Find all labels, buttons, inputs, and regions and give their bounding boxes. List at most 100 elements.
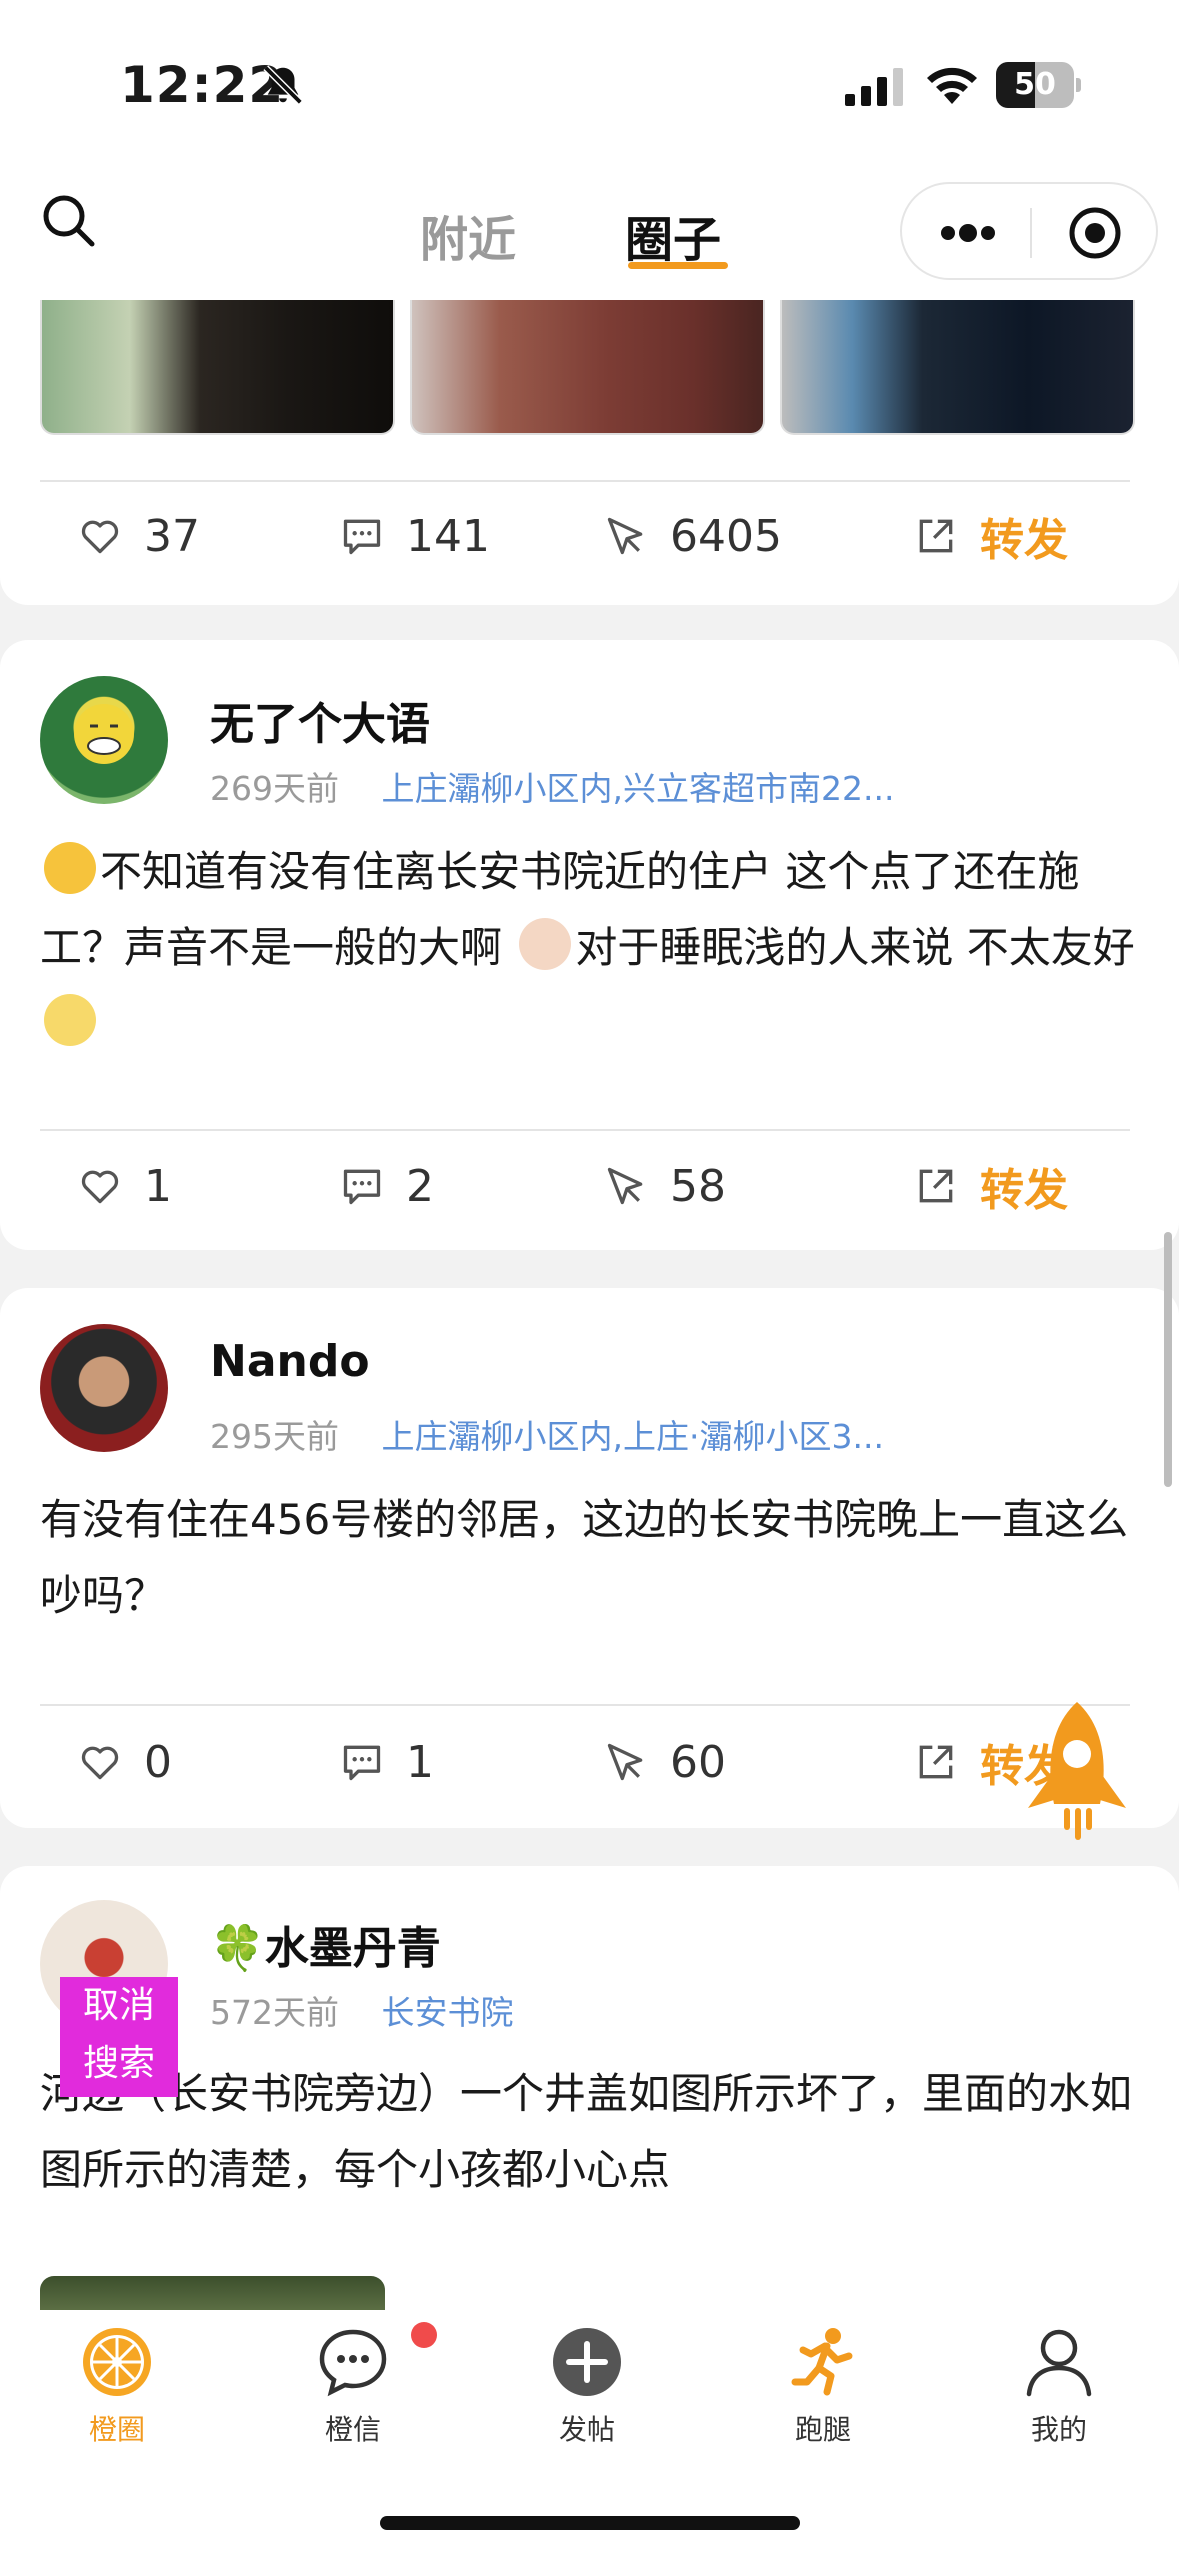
yawn-emoji-icon <box>44 842 96 894</box>
divider <box>40 1704 1130 1706</box>
post-location[interactable]: 长安书院 <box>382 1993 514 2032</box>
comment-button[interactable]: 2 <box>340 1146 434 1226</box>
battery-indicator: 50 <box>996 62 1081 108</box>
comment-icon <box>343 1745 381 1781</box>
more-icon[interactable] <box>938 214 998 252</box>
post-text[interactable]: 河边（长安书院旁边）一个井盖如图所示坏了，里面的水如图所示的清楚，每个小孩都小心… <box>40 2056 1140 2208</box>
view-count: 58 <box>670 1160 726 1212</box>
moon-face-emoji-icon <box>44 994 96 1046</box>
tab-home-label: 橙圈 <box>88 2413 145 2446</box>
status-bar: 12:22 50 <box>0 0 1179 170</box>
view-count-group: 58 <box>604 1146 726 1226</box>
plus-circle-icon <box>553 2328 621 2396</box>
cellular-signal-icon <box>845 68 903 106</box>
post-meta: 269天前 上庄灞柳小区内,兴立客超市南22... <box>210 762 894 810</box>
comment-count: 141 <box>406 510 490 562</box>
home-indicator[interactable] <box>380 2516 800 2530</box>
share-icon <box>919 1745 953 1779</box>
tab-errand-label: 跑腿 <box>794 2413 851 2446</box>
view-count: 6405 <box>670 510 782 562</box>
active-tab-indicator <box>628 262 728 269</box>
bell-muted-icon <box>263 65 303 105</box>
tab-post[interactable]: 发帖 <box>512 2324 662 2448</box>
search-icon[interactable] <box>40 192 96 248</box>
post-actions: 1 2 58 转发 <box>0 1146 1179 1226</box>
post-card[interactable]: 无了个大语 269天前 上庄灞柳小区内,兴立客超市南22... 不知道有没有住离… <box>0 640 1179 1250</box>
post-image[interactable] <box>780 300 1135 435</box>
post-image[interactable] <box>410 300 765 435</box>
author-name[interactable]: Nando <box>210 1336 370 1387</box>
post-location[interactable]: 上庄灞柳小区内,兴立客超市南22... <box>382 769 895 808</box>
comment-button[interactable]: 141 <box>340 496 490 576</box>
close-mini-program-icon[interactable] <box>1068 206 1122 260</box>
post-location[interactable]: 上庄灞柳小区内,上庄·灞柳小区3... <box>382 1417 884 1456</box>
view-count-group: 60 <box>604 1722 726 1802</box>
chat-bubble-icon <box>319 2329 387 2397</box>
view-count: 60 <box>670 1736 726 1788</box>
post-meta: 295天前 上庄灞柳小区内,上庄·灞柳小区3... <box>210 1410 884 1458</box>
like-button[interactable]: 0 <box>78 1722 172 1802</box>
heart-icon <box>81 520 119 554</box>
post-text[interactable]: 有没有住在456号楼的邻居，这边的长安书院晚上一直这么吵吗？ <box>40 1482 1140 1634</box>
share-label: 转发 <box>980 1165 1068 1216</box>
heart-icon <box>81 1746 119 1780</box>
rocket-icon[interactable] <box>1016 1696 1138 1856</box>
tab-circle[interactable]: 圈子 <box>625 200 721 270</box>
facepalm-emoji-icon <box>519 918 572 970</box>
mini-program-capsule <box>900 182 1158 280</box>
avatar[interactable] <box>40 1324 168 1452</box>
author-name[interactable]: 无了个大语 <box>210 688 430 752</box>
comment-count: 1 <box>406 1736 434 1788</box>
post-time: 295天前 <box>210 1417 339 1456</box>
tab-post-label: 发帖 <box>558 2413 615 2446</box>
clover-icon: 🍀 <box>210 1923 265 1974</box>
avatar-face <box>74 704 134 764</box>
tab-messages-label: 橙信 <box>324 2413 381 2446</box>
cursor-icon <box>607 1743 643 1781</box>
comment-count: 2 <box>406 1160 434 1212</box>
post-image-strip <box>40 300 1135 435</box>
wifi-icon <box>927 67 977 104</box>
share-icon <box>919 1169 953 1203</box>
share-button[interactable]: 转发 <box>914 1146 1068 1226</box>
running-person-icon <box>791 2328 853 2396</box>
scroll-indicator[interactable] <box>1164 1232 1172 1487</box>
view-count-group: 6405 <box>604 496 782 576</box>
cursor-icon <box>607 517 643 555</box>
divider <box>40 1129 1130 1131</box>
tab-mine-label: 我的 <box>1030 2413 1087 2446</box>
post-text[interactable]: 不知道有没有住离长安书院近的住户 这个点了还在施工？声音不是一般的大啊 对于睡眠… <box>40 834 1140 1062</box>
like-count: 37 <box>144 510 200 562</box>
user-icon <box>1026 2329 1092 2397</box>
cursor-icon <box>607 1167 643 1205</box>
post-time: 572天前 <box>210 1993 339 2032</box>
post-card[interactable]: 37 141 6405 转发 <box>0 300 1179 605</box>
post-actions: 0 1 60 转发 <box>0 1722 1179 1802</box>
battery-percent: 50 <box>1014 67 1056 102</box>
comment-button[interactable]: 1 <box>340 1722 434 1802</box>
tab-messages[interactable]: 橙信 <box>278 2322 437 2448</box>
tab-home[interactable]: 橙圈 <box>42 2324 192 2448</box>
bottom-tab-bar: 橙圈 橙信 发帖 跑腿 我的 <box>0 2310 1179 2556</box>
tab-nearby[interactable]: 附近 <box>420 200 516 270</box>
like-count: 1 <box>144 1160 172 1212</box>
post-image[interactable] <box>40 300 395 435</box>
share-label: 转发 <box>980 515 1068 566</box>
post-card[interactable]: Nando 295天前 上庄灞柳小区内,上庄·灞柳小区3... 有没有住在456… <box>0 1288 1179 1828</box>
author-name[interactable]: 🍀水墨丹青 <box>210 1912 441 1976</box>
like-button[interactable]: 1 <box>78 1146 172 1226</box>
like-count: 0 <box>144 1736 172 1788</box>
share-icon <box>919 519 953 553</box>
post-image[interactable] <box>40 2276 385 2310</box>
post-meta: 572天前 长安书院 <box>210 1986 514 2034</box>
divider <box>40 480 1130 482</box>
post-actions: 37 141 6405 转发 <box>0 496 1179 576</box>
tab-mine[interactable]: 我的 <box>984 2324 1134 2448</box>
comment-icon <box>343 519 381 555</box>
tab-errand[interactable]: 跑腿 <box>748 2324 898 2448</box>
cancel-search-button[interactable]: 取消 搜索 <box>60 1977 178 2097</box>
share-button[interactable]: 转发 <box>914 496 1068 576</box>
unread-badge <box>411 2322 437 2348</box>
like-button[interactable]: 37 <box>78 496 200 576</box>
avatar[interactable] <box>40 676 168 804</box>
